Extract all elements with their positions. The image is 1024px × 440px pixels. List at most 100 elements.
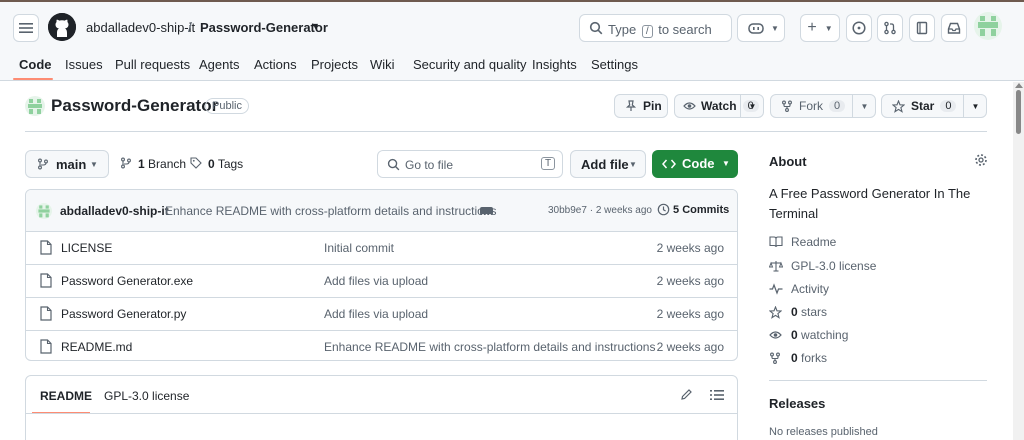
file-icon <box>40 240 52 255</box>
user-avatar[interactable] <box>974 12 1002 40</box>
pin-label: Pin <box>643 99 662 113</box>
about-watching-label: watching <box>801 328 849 342</box>
file-name[interactable]: Password Generator.py <box>61 307 186 321</box>
tab-settings[interactable]: Settings <box>591 57 638 72</box>
code-button[interactable]: Code ▼ <box>652 150 738 178</box>
file-row[interactable]: LICENSE Initial commit 2 weeks ago <box>26 232 737 265</box>
fork-icon <box>770 352 780 364</box>
file-commit-message[interactable]: Add files via upload <box>324 274 428 288</box>
releases-title[interactable]: Releases <box>769 396 825 411</box>
tab-security-and-quality[interactable]: Security and quality <box>413 57 526 72</box>
repo-switcher-caret-icon[interactable]: ▼ <box>311 21 320 31</box>
readme-tab[interactable]: README <box>40 389 92 403</box>
license-tab[interactable]: GPL-3.0 license <box>104 389 189 403</box>
eye-icon <box>769 331 782 339</box>
watch-button[interactable]: Watch 0 ▼ <box>674 94 764 118</box>
identicon-icon <box>28 99 42 114</box>
inbox-button[interactable] <box>941 14 967 42</box>
github-logo-icon[interactable] <box>48 13 76 41</box>
fork-button[interactable]: Fork 0 ▼ <box>770 94 876 118</box>
tab-issues[interactable]: Issues <box>65 57 103 72</box>
commits-count: 5 <box>673 204 680 216</box>
breadcrumb-owner[interactable]: abdalladev0-ship-it <box>86 20 195 35</box>
commit-author[interactable]: abdalladev0-ship-it <box>60 204 169 218</box>
page-scrollbar-thumb[interactable] <box>1016 90 1021 134</box>
hamburger-icon <box>19 23 33 33</box>
file-name[interactable]: LICENSE <box>61 241 112 255</box>
about-license-label: GPL-3.0 license <box>791 259 877 273</box>
file-name[interactable]: Password Generator.exe <box>61 274 193 288</box>
repo-description: A Free Password Generator In The Termina… <box>769 186 971 221</box>
tab-agents[interactable]: Agents <box>199 57 239 72</box>
repo-owner-avatar[interactable] <box>25 96 45 116</box>
commit-message[interactable]: Enhance README with cross-platform detai… <box>165 204 496 218</box>
tab-projects[interactable]: Projects <box>311 57 358 72</box>
file-row[interactable]: Password Generator.py Add files via uplo… <box>26 298 737 331</box>
scroll-up-arrow-icon[interactable] <box>1015 83 1023 88</box>
branch-selector[interactable]: main ▼ <box>25 150 109 178</box>
file-row[interactable]: Password Generator.exe Add files via upl… <box>26 265 737 298</box>
star-button[interactable]: Star 0 ▼ <box>881 94 987 118</box>
tab-wiki[interactable]: Wiki <box>370 57 395 72</box>
commit-expand-button[interactable] <box>480 207 493 216</box>
fork-label: Fork <box>799 99 823 113</box>
breadcrumb-repo[interactable]: Password-Generator <box>200 20 328 35</box>
repo-header-divider <box>25 131 987 132</box>
file-age: 2 weeks ago <box>656 307 724 321</box>
code-dropdown-caret-icon: ▼ <box>722 159 730 168</box>
pin-button[interactable]: Pin <box>614 94 668 118</box>
pin-icon <box>625 100 637 111</box>
file-icon <box>40 273 52 288</box>
file-age: 2 weeks ago <box>656 274 724 288</box>
copilot-icon <box>748 23 764 34</box>
go-to-file-input[interactable]: Go to file T <box>377 150 563 178</box>
law-scale-icon <box>769 261 783 272</box>
fork-dropdown-caret-icon[interactable]: ▼ <box>852 95 876 117</box>
pull-request-icon <box>884 21 896 35</box>
star-dropdown-caret-icon[interactable]: ▼ <box>963 95 987 117</box>
file-age: 2 weeks ago <box>656 340 724 354</box>
readme-divider <box>26 413 737 414</box>
file-commit-message[interactable]: Add files via upload <box>324 307 428 321</box>
create-dropdown-caret-icon: ▼ <box>824 23 833 33</box>
file-name[interactable]: README.md <box>61 340 132 354</box>
add-file-button[interactable]: Add file ▼ <box>570 150 646 178</box>
edit-pencil-icon[interactable] <box>680 388 693 401</box>
eye-icon <box>683 102 696 110</box>
inbox-icon <box>947 22 961 34</box>
go-to-file-shortcut-key: T <box>541 157 556 170</box>
ellipsis-icon <box>482 214 491 216</box>
issues-header-button[interactable] <box>846 14 872 42</box>
tags-label: Tags <box>217 157 244 171</box>
fork-icon <box>782 100 792 112</box>
create-new-button[interactable]: + ▼ <box>800 14 840 42</box>
search-icon <box>387 158 400 171</box>
menu-button[interactable] <box>13 14 39 42</box>
file-row[interactable]: README.md Enhance README with cross-plat… <box>26 331 737 360</box>
branches-count: 1 <box>138 157 145 171</box>
tab-insights[interactable]: Insights <box>532 57 577 72</box>
about-stars-label: stars <box>801 305 828 319</box>
tab-code[interactable]: Code <box>19 57 52 72</box>
commit-hash-time[interactable]: 30bb9e7 · 2 weeks ago <box>548 205 652 216</box>
about-readme-label: Readme <box>791 235 837 249</box>
repositories-header-button[interactable] <box>909 14 935 42</box>
page-scrollbar-track[interactable] <box>1013 82 1024 440</box>
gear-icon[interactable] <box>974 153 988 167</box>
commit-author-avatar[interactable] <box>36 203 52 219</box>
git-branch-icon <box>121 157 131 169</box>
repo-title[interactable]: Password-Generator <box>51 96 218 116</box>
branch-name: main <box>56 157 87 172</box>
global-search-input[interactable]: Type / to search <box>579 14 732 42</box>
file-commit-message[interactable]: Enhance README with cross-platform detai… <box>324 340 655 354</box>
watch-dropdown-caret-icon[interactable]: ▼ <box>740 95 764 117</box>
outline-list-icon[interactable] <box>710 389 724 401</box>
tab-pull-requests[interactable]: Pull requests <box>115 57 190 72</box>
identicon-icon <box>978 16 998 36</box>
search-shortcut-key: / <box>641 25 653 38</box>
pull-requests-header-button[interactable] <box>877 14 903 42</box>
tab-actions[interactable]: Actions <box>254 57 297 72</box>
file-commit-message[interactable]: Initial commit <box>324 241 394 255</box>
copilot-button[interactable]: ▼ <box>737 14 785 42</box>
issue-opened-icon <box>852 21 866 35</box>
